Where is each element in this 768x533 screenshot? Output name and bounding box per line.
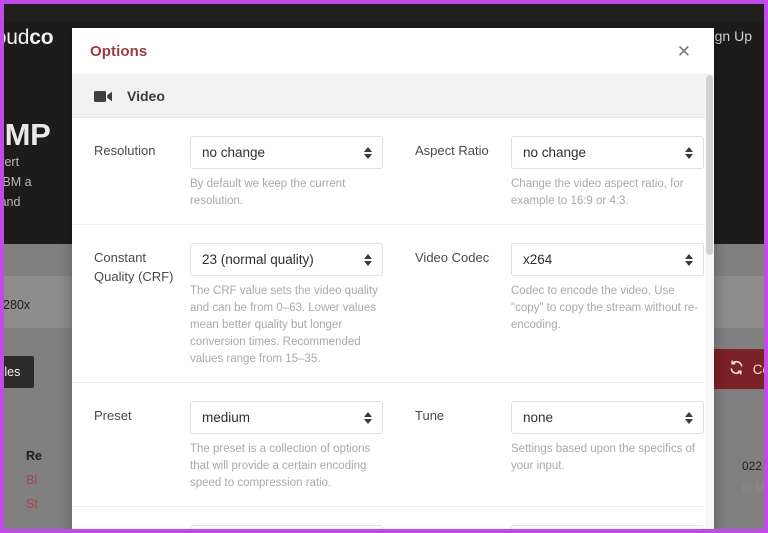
browser-viewport: cloudco Sign Up to MP ert convert P4, WE…	[0, 0, 768, 533]
options-modal: Options ✕ Video Resolution no change By …	[72, 28, 714, 529]
add-more-files-button[interactable]: more Files	[4, 356, 35, 388]
field-resolution: Resolution no change By default we keep …	[72, 136, 393, 210]
footer-links: Re Bl St	[26, 444, 42, 516]
select-value: x264	[523, 252, 553, 267]
field-label: Profile	[94, 525, 190, 529]
select-value: no change	[202, 145, 266, 160]
aspect-ratio-select[interactable]: no change	[511, 136, 704, 169]
modal-header: Options ✕	[72, 28, 714, 75]
field-help-text: By default we keep the current resolutio…	[190, 178, 346, 207]
field-profile: Profile none Set output to a specific H2…	[72, 525, 393, 529]
field-help-text: Change the video aspect ratio, for examp…	[511, 178, 684, 207]
video-codec-select[interactable]: x264	[511, 243, 704, 276]
field-label: Level	[415, 525, 511, 529]
field-tune: Tune none Settings based upon the specif…	[393, 401, 714, 492]
field-video-codec: Video Codec x264 Codec to encode the vid…	[393, 243, 714, 368]
field-help-text: The CRF value sets the video quality and…	[190, 285, 378, 365]
convert-button-label: Co	[752, 361, 764, 377]
field-control: 23 (normal quality) The CRF value sets t…	[190, 243, 383, 368]
field-control: no change By default we keep the current…	[190, 136, 383, 210]
select-value: medium	[202, 410, 251, 425]
profile-select[interactable]: none	[190, 525, 383, 529]
chevron-updown-icon	[685, 253, 693, 266]
hero-subtitle-line-2: P4, WEBM a	[2, 175, 32, 189]
chevron-updown-icon	[685, 146, 693, 159]
select-value: none	[523, 410, 554, 425]
file-name-label: mple_1280x	[2, 298, 31, 312]
field-control: x264 Codec to encode the video. Use "cop…	[511, 243, 704, 368]
field-label: Resolution	[94, 143, 156, 158]
options-row: Resolution no change By default we keep …	[72, 118, 714, 225]
field-help-text: Codec to encode the video. Use "copy" to…	[511, 285, 699, 331]
field-help-text: The preset is a collection of options th…	[190, 443, 371, 489]
hero-subtitle-line-3: quality and	[0, 195, 21, 209]
level-select[interactable]: none	[511, 525, 704, 529]
select-value: no change	[523, 145, 587, 160]
modal-scrollbar-thumb[interactable]	[706, 75, 713, 255]
modal-title: Options	[90, 42, 148, 60]
chevron-updown-icon	[364, 146, 372, 159]
field-label: Aspect Ratio	[415, 143, 489, 158]
footer-link-2[interactable]: St	[26, 492, 42, 516]
field-constant-quality-crf: Constant Quality (CRF) 23 (normal qualit…	[72, 243, 393, 368]
field-label: Tune	[415, 408, 445, 423]
field-control: none Settings based upon the specifics o…	[511, 401, 704, 492]
field-preset: Preset medium The preset is a collection…	[72, 401, 393, 492]
convert-button[interactable]: Co	[712, 349, 764, 389]
video-camera-icon	[94, 90, 113, 103]
site-logo-suffix: co	[29, 26, 54, 49]
field-control: none Set output to a specific H264 compa…	[190, 525, 383, 529]
options-row: Constant Quality (CRF) 23 (normal qualit…	[72, 225, 714, 383]
field-label: Video Codec	[415, 250, 490, 265]
preset-select[interactable]: medium	[190, 401, 383, 434]
hero-subtitle-line-1: ert convert	[0, 155, 20, 169]
field-level: Level none Set output to a specific H264…	[393, 525, 714, 529]
hero-title: to MP	[4, 117, 51, 152]
tune-select[interactable]: none	[511, 401, 704, 434]
hero-subtitle: ert convert P4, WEBM a quality and	[0, 152, 32, 212]
field-control: no change Change the video aspect ratio,…	[511, 136, 704, 210]
video-section-header: Video	[72, 75, 714, 118]
footer-heading: Re	[26, 449, 42, 463]
video-section-label: Video	[127, 88, 165, 104]
field-help-text: Settings based upon the specifics of you…	[511, 443, 696, 472]
top-navbar	[4, 4, 764, 22]
footer-copyright-line-2: in Munich	[741, 480, 765, 494]
chevron-updown-icon	[364, 253, 372, 266]
site-logo-prefix: cloud	[4, 26, 30, 49]
field-control: none Set output to a specific H264 compa…	[511, 525, 704, 529]
site-logo[interactable]: cloudco	[4, 26, 54, 50]
footer-copyright-line-1: 022 Lunav	[741, 459, 764, 473]
refresh-icon	[729, 360, 744, 378]
crf-select[interactable]: 23 (normal quality)	[190, 243, 383, 276]
footer-link-1[interactable]: Bl	[26, 468, 42, 492]
modal-scrollbar[interactable]	[705, 75, 714, 529]
options-row: Preset medium The preset is a collection…	[72, 383, 714, 507]
field-label: Constant Quality (CRF)	[94, 250, 174, 284]
options-row: Profile none Set output to a specific H2…	[72, 507, 714, 529]
field-aspect-ratio: Aspect Ratio no change Change the video …	[393, 136, 714, 210]
resolution-select[interactable]: no change	[190, 136, 383, 169]
chevron-updown-icon	[685, 411, 693, 424]
close-icon[interactable]: ✕	[672, 40, 696, 63]
field-label: Preset	[94, 408, 132, 423]
select-value: 23 (normal quality)	[202, 252, 314, 267]
field-control: medium The preset is a collection of opt…	[190, 401, 383, 492]
chevron-updown-icon	[364, 411, 372, 424]
modal-body: Video Resolution no change By default we…	[72, 75, 714, 529]
footer-copyright: 022 Lunav in Munich	[741, 456, 765, 498]
